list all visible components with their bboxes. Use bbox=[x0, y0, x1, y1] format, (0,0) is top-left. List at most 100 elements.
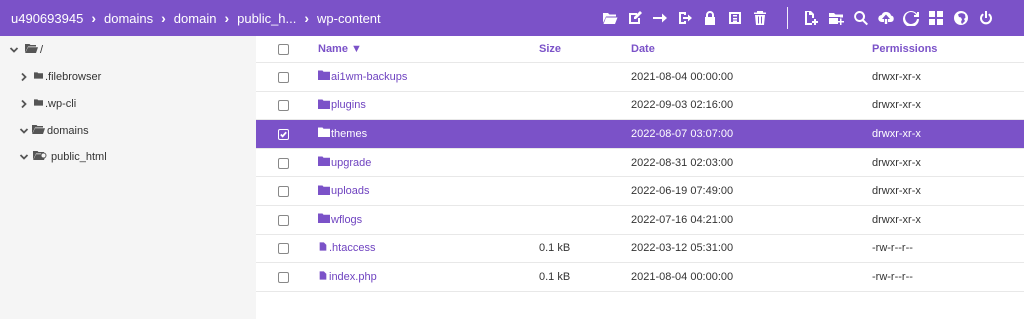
file-name[interactable]: uploads bbox=[331, 185, 370, 197]
folder-icon bbox=[318, 127, 330, 140]
upload-icon[interactable] bbox=[873, 0, 898, 36]
tree-item-label: domains bbox=[47, 125, 89, 137]
table-row[interactable]: ai1wm-backups 2021-08-04 00:00:00 drwxr-xr… bbox=[256, 63, 1024, 92]
file-name[interactable]: themes bbox=[331, 128, 367, 140]
new-file-icon[interactable] bbox=[798, 0, 823, 36]
file-name-cell[interactable]: plugins bbox=[318, 99, 366, 112]
new-folder-icon[interactable] bbox=[823, 0, 848, 36]
table-row[interactable]: plugins 2022-09-03 02:16:00 drwxr-xr-x bbox=[256, 92, 1024, 121]
trash-icon[interactable] bbox=[747, 0, 772, 36]
file-name[interactable]: ai1wm-backups bbox=[331, 71, 407, 83]
folder-icon bbox=[318, 185, 330, 198]
chevron-right-icon[interactable] bbox=[19, 72, 29, 82]
tree-item-public-html[interactable]: public_html bbox=[19, 146, 107, 168]
chevron-down-icon[interactable] bbox=[19, 126, 29, 136]
file-name[interactable]: wflogs bbox=[331, 214, 362, 226]
folder-icon bbox=[34, 98, 43, 110]
file-permissions: drwxr-xr-x bbox=[872, 127, 921, 140]
folder-open-icon[interactable] bbox=[597, 0, 622, 36]
select-all-checkbox[interactable] bbox=[278, 44, 289, 55]
tree-item-label: .wp-cli bbox=[45, 98, 77, 110]
row-checkbox[interactable] bbox=[278, 243, 289, 255]
file-permissions: -rw-r--r-- bbox=[872, 270, 913, 283]
toolbar bbox=[597, 0, 998, 36]
row-checkbox[interactable] bbox=[278, 128, 289, 140]
tree-item-wp-cli[interactable]: .wp-cli bbox=[19, 93, 76, 115]
file-list: Name ▼ Size Date Permissions ai1wm-backu… bbox=[256, 36, 1024, 319]
file-size: 0.1 kB bbox=[539, 270, 571, 283]
row-checkbox[interactable] bbox=[278, 100, 289, 112]
row-checkbox[interactable] bbox=[278, 71, 289, 83]
top-bar: u490693945 › domains › domain › public_h… bbox=[0, 0, 1024, 36]
refresh-icon[interactable] bbox=[898, 0, 923, 36]
file-date: 2021-08-04 00:00:00 bbox=[631, 270, 734, 283]
tree-item-root[interactable]: / bbox=[9, 39, 43, 61]
file-date: 2022-07-16 04:21:00 bbox=[631, 213, 734, 226]
grid-view-icon[interactable] bbox=[923, 0, 948, 36]
breadcrumb-separator-icon: › bbox=[91, 10, 96, 26]
search-icon[interactable] bbox=[848, 0, 873, 36]
breadcrumb-item-user[interactable]: u490693945 bbox=[11, 11, 83, 26]
table-row[interactable]: wflogs 2022-07-16 04:21:00 drwxr-xr-x bbox=[256, 206, 1024, 235]
file-date: 2021-08-04 00:00:00 bbox=[631, 70, 734, 83]
row-checkbox[interactable] bbox=[278, 157, 289, 169]
file-name-cell[interactable]: index.php bbox=[318, 270, 377, 284]
table-row[interactable]: .htaccess 0.1 kB 2022-03-12 05:31:00 -rw-r-… bbox=[256, 235, 1024, 264]
breadcrumb-separator-icon: › bbox=[304, 10, 310, 26]
row-checkbox[interactable] bbox=[278, 214, 289, 226]
column-header-date[interactable]: Date bbox=[631, 43, 655, 55]
table-row[interactable]: themes 2022-08-07 03:07:00 drwxr-xr-x bbox=[256, 120, 1024, 149]
tree-item-domains[interactable]: domains bbox=[19, 120, 89, 142]
file-date: 2022-09-03 02:16:00 bbox=[631, 99, 734, 112]
column-header-size[interactable]: Size bbox=[539, 43, 561, 55]
folder-icon bbox=[318, 156, 330, 169]
file-size: 0.1 kB bbox=[539, 242, 571, 255]
file-permissions: drwxr-xr-x bbox=[872, 156, 921, 169]
file-permissions: -rw-r--r-- bbox=[872, 242, 913, 255]
breadcrumb-item-public-html[interactable]: public_h... bbox=[237, 11, 296, 26]
file-name[interactable]: index.php bbox=[329, 271, 377, 283]
breadcrumb: u490693945 › domains › domain › public_h… bbox=[0, 0, 381, 36]
file-permissions: drwxr-xr-x bbox=[872, 99, 921, 112]
file-name[interactable]: .htaccess bbox=[329, 242, 375, 254]
folder-open-icon bbox=[32, 124, 45, 138]
table-row[interactable]: upgrade 2022-08-31 02:03:00 drwxr-xr-x bbox=[256, 149, 1024, 178]
file-name-cell[interactable]: wflogs bbox=[318, 213, 362, 226]
column-header-permissions[interactable]: Permissions bbox=[872, 43, 937, 55]
power-icon[interactable] bbox=[973, 0, 998, 36]
breadcrumb-item-domain[interactable]: domain bbox=[174, 11, 217, 26]
tree-item-filebrowser[interactable]: .filebrowser bbox=[19, 66, 101, 88]
breadcrumb-separator-icon: › bbox=[224, 10, 230, 26]
lock-icon[interactable] bbox=[697, 0, 722, 36]
globe-icon[interactable] bbox=[948, 0, 973, 36]
folder-open-icon bbox=[25, 43, 38, 57]
edit-icon[interactable] bbox=[622, 0, 647, 36]
move-arrow-icon[interactable] bbox=[647, 0, 672, 36]
file-date: 2022-03-12 05:31:00 bbox=[631, 242, 734, 255]
file-icon bbox=[318, 241, 328, 255]
file-permissions: drwxr-xr-x bbox=[872, 185, 921, 198]
row-checkbox[interactable] bbox=[278, 271, 289, 283]
column-header-name[interactable]: Name ▼ bbox=[318, 43, 362, 55]
chevron-down-icon[interactable] bbox=[19, 152, 29, 162]
table-row[interactable]: index.php 0.1 kB 2021-08-04 00:00:00 -rw-r-… bbox=[256, 263, 1024, 292]
folder-globe-icon bbox=[32, 150, 47, 164]
file-name-cell[interactable]: ai1wm-backups bbox=[318, 70, 407, 83]
archive-icon[interactable] bbox=[722, 0, 747, 36]
file-name-cell[interactable]: upgrade bbox=[318, 156, 371, 169]
file-name-cell[interactable]: uploads bbox=[318, 185, 370, 198]
tree-item-label: / bbox=[40, 44, 44, 56]
file-name-cell[interactable]: .htaccess bbox=[318, 241, 375, 255]
file-name-cell[interactable]: themes bbox=[318, 127, 367, 140]
breadcrumb-item-wp-content[interactable]: wp-content bbox=[317, 11, 381, 26]
file-permissions: drwxr-xr-x bbox=[872, 70, 921, 83]
chevron-right-icon[interactable] bbox=[19, 99, 29, 109]
table-row[interactable]: uploads 2022-06-19 07:49:00 drwxr-xr-x bbox=[256, 177, 1024, 206]
file-name[interactable]: plugins bbox=[331, 99, 366, 111]
breadcrumb-item-domains[interactable]: domains bbox=[104, 11, 153, 26]
row-checkbox[interactable] bbox=[278, 186, 289, 198]
move-out-icon[interactable] bbox=[672, 0, 697, 36]
file-name[interactable]: upgrade bbox=[331, 157, 371, 169]
file-date: 2022-06-19 07:49:00 bbox=[631, 185, 734, 198]
chevron-down-icon[interactable] bbox=[9, 45, 19, 55]
